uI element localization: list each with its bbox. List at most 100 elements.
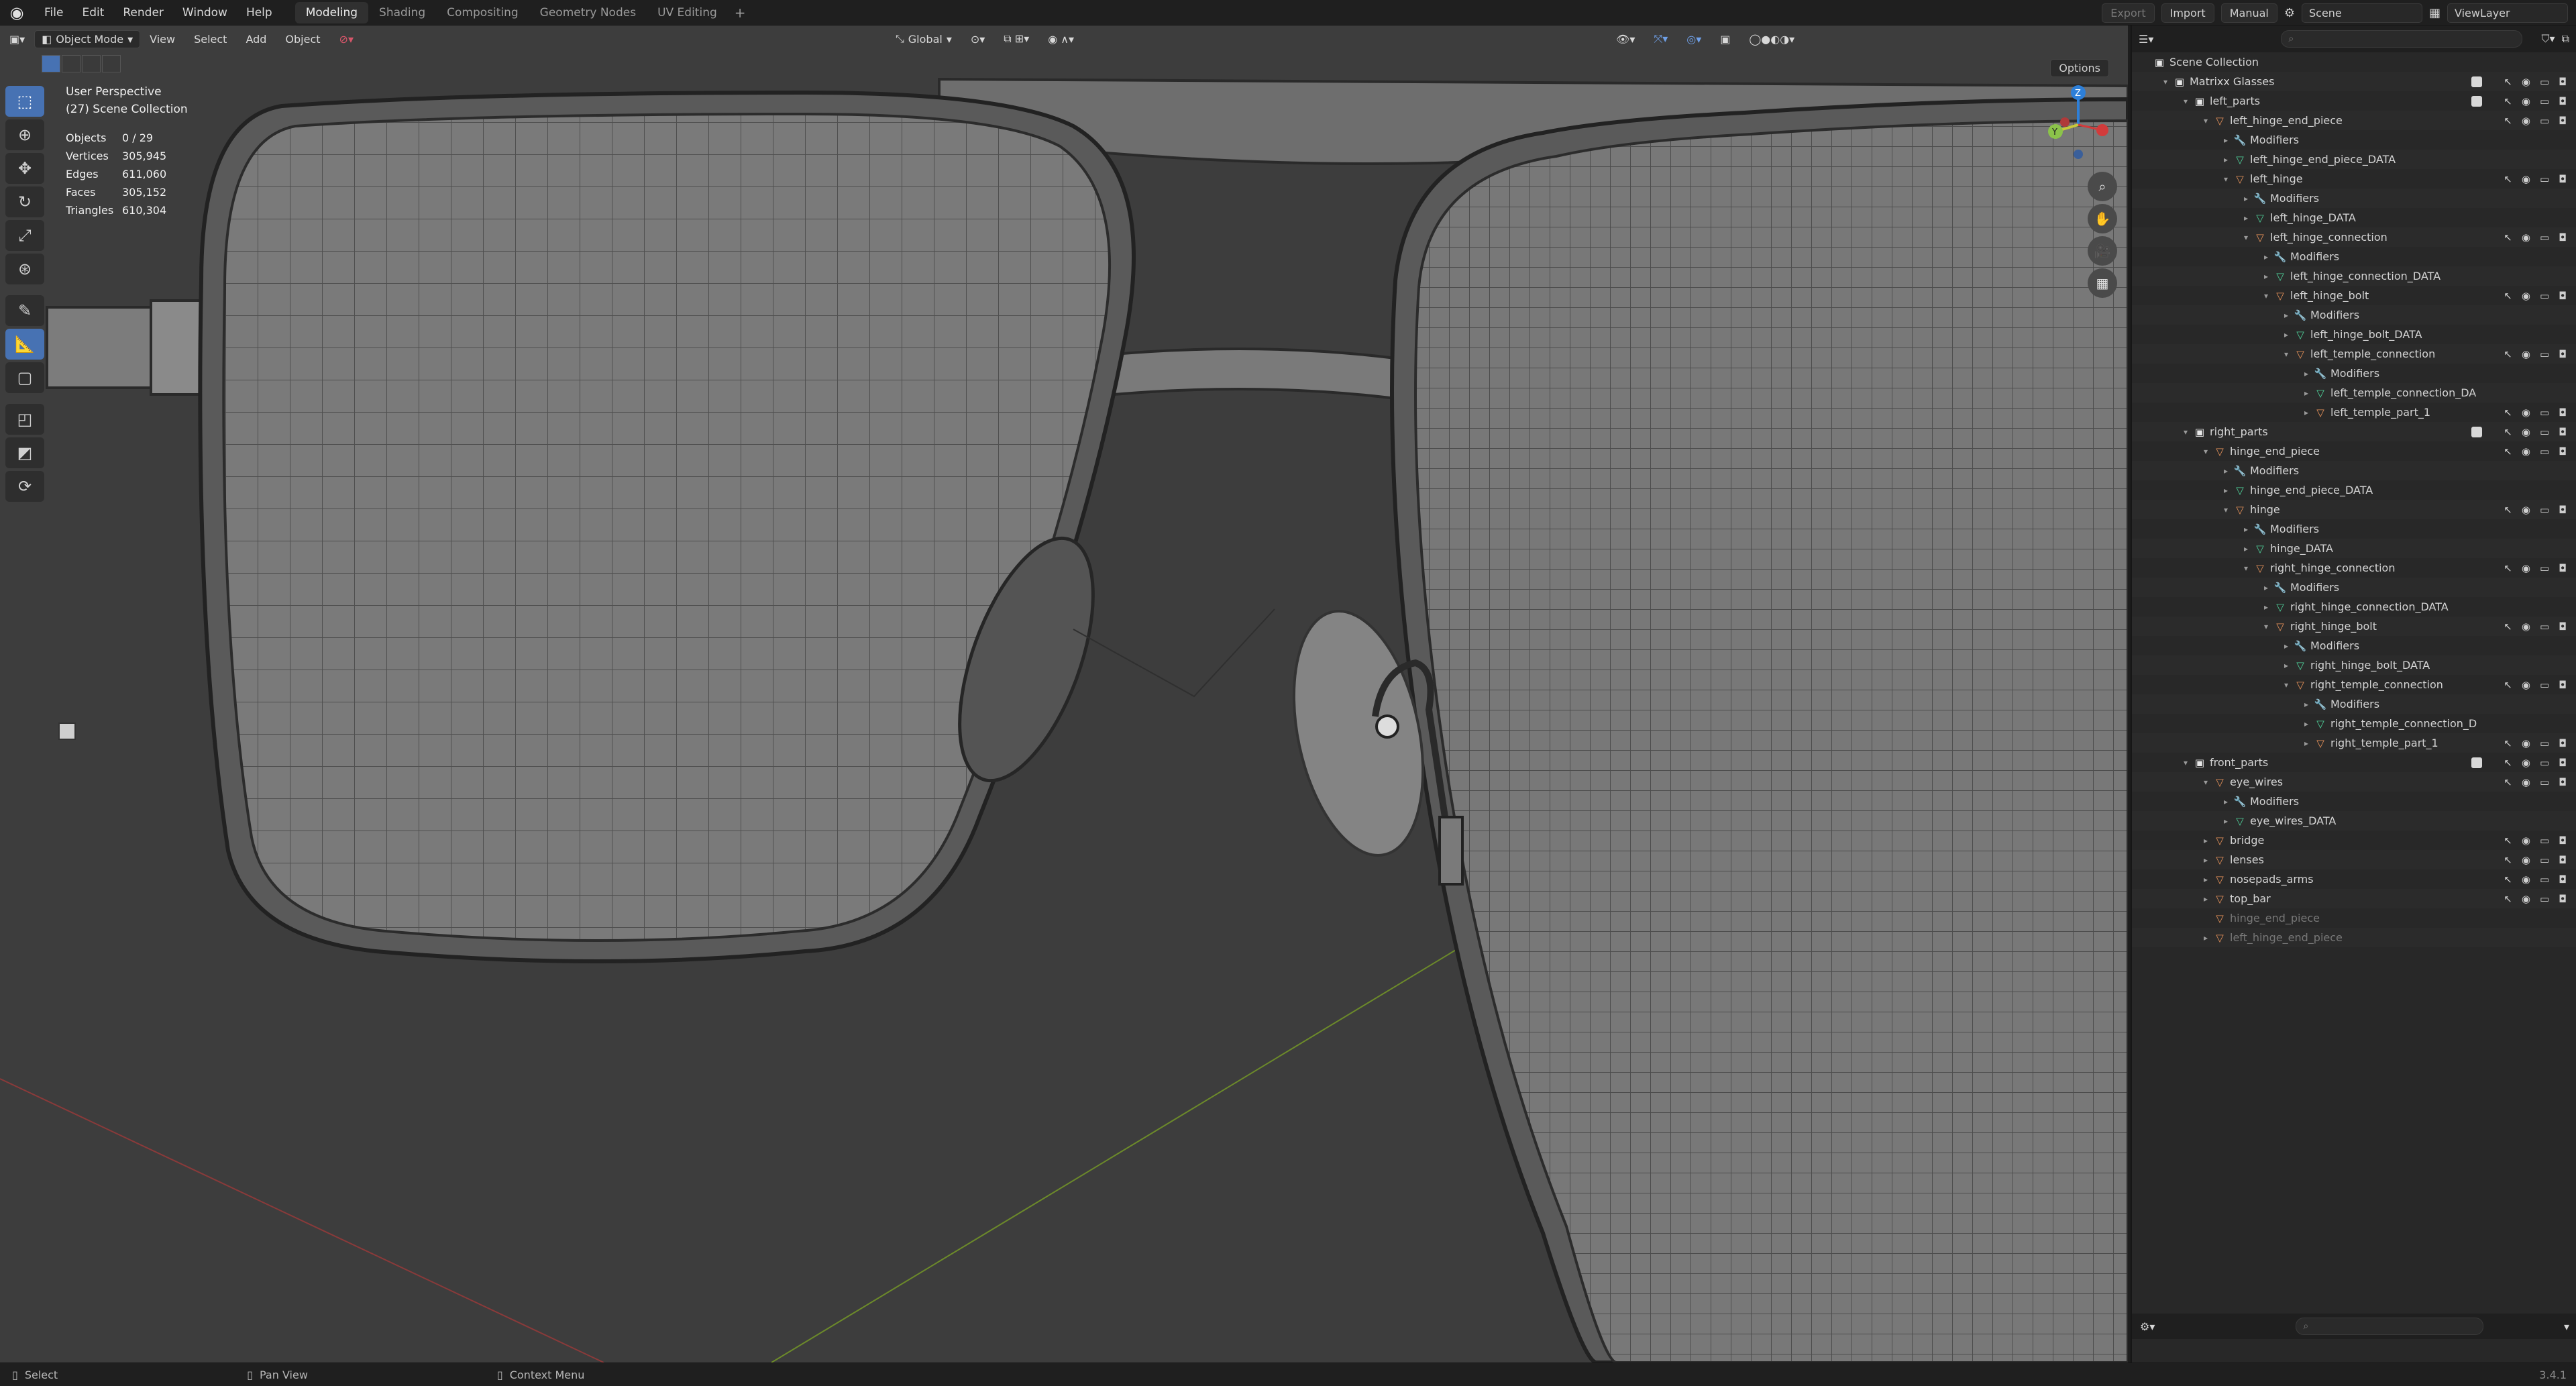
select-arrow-icon[interactable]: ↖ (2504, 621, 2512, 633)
outliner-item[interactable]: ▸ ▽ eye_wires_DATA (2132, 811, 2576, 831)
outliner-item[interactable]: ▸ ▽ hinge_end_piece_DATA (2132, 480, 2576, 500)
outliner-item[interactable]: ▸ ▽ left_hinge_DATA (2132, 208, 2576, 227)
disclosure-triangle-icon[interactable]: ▸ (2219, 136, 2233, 145)
select-box-icon[interactable]: ⬚ (5, 86, 44, 117)
eye-icon[interactable]: ◉ (2522, 737, 2530, 749)
snap-icon[interactable]: ⧉ ⊞▾ (994, 32, 1038, 46)
monitor-icon[interactable]: ▭ (2540, 854, 2549, 866)
select-intersect-icon[interactable] (102, 55, 121, 72)
visibility-icon[interactable]: 👁▾ (1607, 33, 1644, 46)
menu-render[interactable]: Render (113, 6, 173, 19)
select-arrow-icon[interactable]: ↖ (2504, 737, 2512, 749)
camera-icon[interactable]: ◘ (2559, 290, 2567, 302)
outliner-item[interactable]: ▸ 🔧 Modifiers (2132, 130, 2576, 150)
disclosure-triangle-icon[interactable]: ▾ (2179, 97, 2192, 106)
disclosure-triangle-icon[interactable]: ▾ (2259, 291, 2273, 301)
import-button[interactable]: Import (2161, 3, 2214, 23)
monitor-icon[interactable]: ▭ (2540, 621, 2549, 633)
outliner-item[interactable]: ▾ ▽ left_hinge_connection ↖ ◉ ▭ ◘ (2132, 227, 2576, 247)
cursor-icon[interactable]: ⊕ (5, 119, 44, 150)
outliner-item[interactable]: ▸ ▽ left_hinge_end_piece_DATA (2132, 150, 2576, 169)
outliner-item[interactable]: ▸ ▽ bridge ↖ ◉ ▭ ◘ (2132, 831, 2576, 850)
overlay-toggle-icon[interactable]: ◎▾ (1677, 33, 1711, 46)
select-arrow-icon[interactable]: ↖ (2504, 854, 2512, 866)
camera-icon[interactable]: ◘ (2559, 173, 2567, 185)
eye-icon[interactable]: ◉ (2522, 621, 2530, 633)
disclosure-triangle-icon[interactable]: ▸ (2279, 311, 2293, 320)
view-layer-field[interactable]: ViewLayer (2447, 3, 2568, 23)
eye-icon[interactable]: ◉ (2522, 407, 2530, 419)
disclosure-triangle-icon[interactable]: ▸ (2300, 719, 2313, 729)
camera-icon[interactable]: ◘ (2559, 679, 2567, 691)
monitor-icon[interactable]: ▭ (2540, 679, 2549, 691)
pivot-icon[interactable]: ⊙▾ (961, 33, 994, 46)
outliner-item[interactable]: ▸ ▽ left_temple_part_1 ↖ ◉ ▭ ◘ (2132, 403, 2576, 422)
link-icon[interactable]: ⊘▾ (330, 33, 363, 46)
camera-icon[interactable]: ◘ (2559, 776, 2567, 788)
outliner-item[interactable]: ▸ ▽ right_temple_connection_D (2132, 714, 2576, 733)
disclosure-triangle-icon[interactable]: ▸ (2219, 797, 2233, 806)
select-arrow-icon[interactable]: ↖ (2504, 290, 2512, 302)
outliner-item[interactable]: ▸ 🔧 Modifiers (2132, 694, 2576, 714)
monitor-icon[interactable]: ▭ (2540, 173, 2549, 185)
select-arrow-icon[interactable]: ↖ (2504, 407, 2512, 419)
tab-compositing[interactable]: Compositing (436, 2, 529, 23)
disclosure-triangle-icon[interactable]: ▸ (2259, 602, 2273, 612)
eye-icon[interactable]: ◉ (2522, 115, 2530, 127)
monitor-icon[interactable]: ▭ (2540, 76, 2549, 88)
menu-select[interactable]: Select (184, 33, 236, 46)
eye-icon[interactable]: ◉ (2522, 504, 2530, 516)
loop-cut-icon[interactable]: ⟳ (5, 471, 44, 502)
exclude-checkbox[interactable] (2471, 76, 2482, 87)
monitor-icon[interactable]: ▭ (2540, 873, 2549, 886)
camera-icon[interactable]: ◘ (2559, 445, 2567, 458)
disclosure-triangle-icon[interactable]: ▸ (2219, 816, 2233, 826)
eye-icon[interactable]: ◉ (2522, 76, 2530, 88)
monitor-icon[interactable]: ▭ (2540, 737, 2549, 749)
outliner-item[interactable]: ▾ ▣ left_parts ↖ ◉ ▭ ◘ (2132, 91, 2576, 111)
eye-icon[interactable]: ◉ (2522, 173, 2530, 185)
camera-icon[interactable]: 🎥 (2088, 236, 2117, 266)
eye-icon[interactable]: ◉ (2522, 893, 2530, 905)
select-arrow-icon[interactable]: ↖ (2504, 757, 2512, 769)
disclosure-triangle-icon[interactable]: ▸ (2259, 583, 2273, 592)
camera-icon[interactable]: ◘ (2559, 231, 2567, 244)
properties-editor-icon[interactable]: ⚙▾ (2140, 1320, 2155, 1333)
eye-icon[interactable]: ◉ (2522, 445, 2530, 458)
outliner-item[interactable]: ▸ 🔧 Modifiers (2132, 461, 2576, 480)
outliner-item[interactable]: ▸ 🔧 Modifiers (2132, 189, 2576, 208)
select-extend-icon[interactable] (62, 55, 80, 72)
disclosure-triangle-icon[interactable]: ▸ (2259, 252, 2273, 262)
camera-icon[interactable]: ◘ (2559, 504, 2567, 516)
outliner-item[interactable]: ▽ hinge_end_piece (2132, 908, 2576, 928)
scene-field[interactable]: Scene (2301, 3, 2422, 23)
exclude-checkbox[interactable] (2471, 95, 2482, 107)
outliner-item[interactable]: ▸ ▽ nosepads_arms ↖ ◉ ▭ ◘ (2132, 869, 2576, 889)
eye-icon[interactable]: ◉ (2522, 873, 2530, 886)
outliner-item[interactable]: ▸ 🔧 Modifiers (2132, 519, 2576, 539)
measure-icon[interactable]: 📐 (5, 329, 44, 360)
outliner-item[interactable]: ▾ ▣ front_parts ↖ ◉ ▭ ◘ (2132, 753, 2576, 772)
camera-icon[interactable]: ◘ (2559, 115, 2567, 127)
outliner-item[interactable]: ▣ Scene Collection (2132, 52, 2576, 72)
extrude-icon[interactable]: ◰ (5, 404, 44, 435)
select-arrow-icon[interactable]: ↖ (2504, 426, 2512, 438)
select-arrow-icon[interactable]: ↖ (2504, 231, 2512, 244)
eye-icon[interactable]: ◉ (2522, 854, 2530, 866)
camera-icon[interactable]: ◘ (2559, 407, 2567, 419)
menu-view[interactable]: View (140, 33, 184, 46)
options-button[interactable]: Options (2050, 59, 2109, 77)
disclosure-triangle-icon[interactable]: ▾ (2259, 622, 2273, 631)
menu-edit[interactable]: Edit (72, 6, 113, 19)
select-arrow-icon[interactable]: ↖ (2504, 115, 2512, 127)
disclosure-triangle-icon[interactable]: ▾ (2199, 778, 2212, 787)
disclosure-triangle-icon[interactable]: ▸ (2199, 894, 2212, 904)
blender-logo-icon[interactable]: ◉ (5, 1, 28, 24)
camera-icon[interactable]: ◘ (2559, 757, 2567, 769)
monitor-icon[interactable]: ▭ (2540, 115, 2549, 127)
disclosure-triangle-icon[interactable]: ▸ (2239, 213, 2253, 223)
camera-icon[interactable]: ◘ (2559, 621, 2567, 633)
eye-icon[interactable]: ◉ (2522, 290, 2530, 302)
disclosure-triangle-icon[interactable]: ▾ (2239, 564, 2253, 573)
eye-icon[interactable]: ◉ (2522, 348, 2530, 360)
